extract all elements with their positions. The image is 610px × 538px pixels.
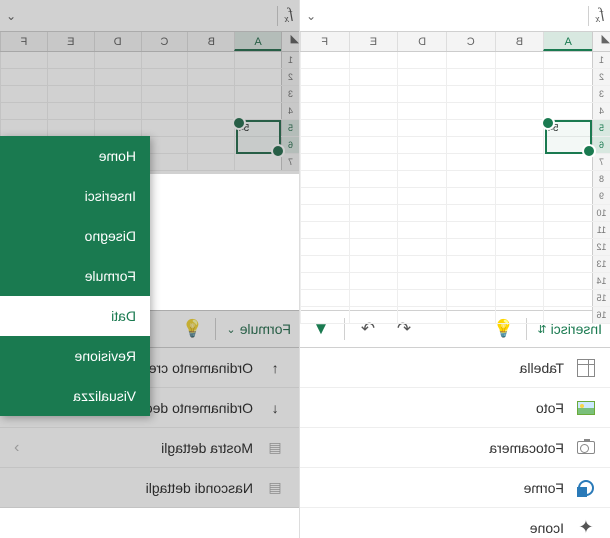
menu-item-formule[interactable]: Formule — [0, 256, 150, 296]
icons-icon: ✦ — [576, 518, 596, 538]
menu-item-disegno[interactable]: Disegno — [0, 216, 150, 256]
col-header[interactable]: E — [349, 32, 398, 51]
spreadsheet-grid[interactable]: 1 2 3 4 554 6 7 8 9 10 11 12 13 14 15 16 — [300, 52, 610, 310]
col-header[interactable]: A — [543, 32, 592, 51]
photo-icon — [576, 398, 596, 418]
list-item-foto[interactable]: Foto — [300, 388, 610, 428]
menu-item-inserisci[interactable]: Inserisci — [0, 176, 150, 216]
list-item-icone[interactable]: ✦ Icone — [300, 508, 610, 538]
menu-item-home[interactable]: Home — [0, 136, 150, 176]
list-item-forme[interactable]: Forme — [300, 468, 610, 508]
cell-selection[interactable] — [545, 120, 592, 154]
list-item-tabella[interactable]: Tabella — [300, 348, 610, 388]
insert-list: Tabella Foto Fotocamera Forme ✦ Icone — [300, 348, 610, 538]
col-header[interactable]: D — [397, 32, 446, 51]
chevron-updown-icon: ⇅ — [537, 323, 546, 336]
menu-item-revisione[interactable]: Revisione — [0, 336, 150, 376]
camera-icon — [576, 438, 596, 458]
formula-bar: fx ⌄ — [300, 0, 610, 32]
col-header[interactable]: C — [446, 32, 495, 51]
menu-item-dati[interactable]: Dati — [0, 296, 150, 336]
left-pane: fx ⌄ ◢ A B C D E F 1 2 3 4 554 6 7 — [0, 0, 300, 538]
col-header[interactable]: B — [495, 32, 544, 51]
shapes-icon — [576, 478, 596, 498]
list-item-fotocamera[interactable]: Fotocamera — [300, 428, 610, 468]
table-icon — [576, 358, 596, 378]
right-pane: fx ⌄ ◢ A B C D E F 1 2 3 4 554 6 7 8 9 1… — [300, 0, 610, 538]
formula-input[interactable] — [322, 6, 582, 26]
col-header[interactable]: F — [300, 32, 349, 51]
column-headers: ◢ A B C D E F — [300, 32, 610, 52]
fx-icon[interactable]: fx — [595, 6, 604, 25]
chevron-down-icon[interactable]: ⌄ — [306, 9, 316, 23]
menu-item-visualizza[interactable]: Visualizza — [0, 376, 150, 416]
ribbon-dropdown-menu: Home Inserisci Disegno Formule Dati Revi… — [0, 136, 150, 416]
select-all-corner[interactable]: ◢ — [592, 32, 610, 51]
